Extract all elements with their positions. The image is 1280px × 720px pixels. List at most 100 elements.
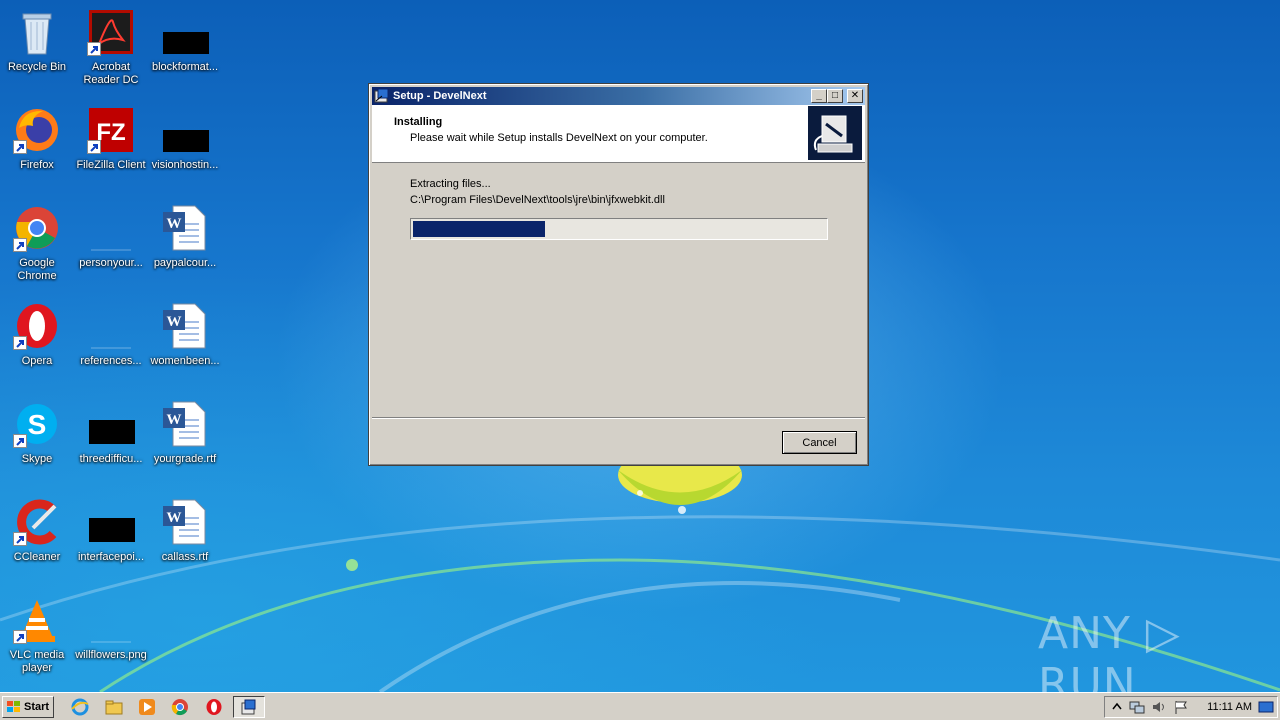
action-center-flag-icon[interactable] [1173, 700, 1189, 714]
setup-app-icon [374, 88, 389, 103]
word-document-icon: W [161, 204, 209, 252]
svg-text:W: W [167, 314, 182, 330]
start-label: Start [24, 701, 50, 713]
desktop-icon-interfacepoi[interactable]: interfacepoi... [74, 494, 148, 586]
vlc-icon [13, 596, 61, 644]
desktop-icon-label: Opera [21, 355, 53, 367]
desktop-icon-label: FileZilla Client [76, 159, 146, 171]
desktop-icon-threedifficu[interactable]: threedifficu... [74, 396, 148, 488]
file-explorer-icon[interactable] [105, 698, 123, 716]
shortcut-arrow-icon [13, 434, 27, 448]
svg-text:S: S [28, 409, 47, 440]
shortcut-arrow-icon [13, 238, 27, 252]
taskbar-setup-button[interactable] [233, 696, 265, 718]
desktop-icon-visionhostin[interactable]: visionhostin... [148, 102, 222, 194]
cancel-button[interactable]: Cancel [782, 431, 857, 454]
shortcut-arrow-icon [13, 532, 27, 546]
close-button[interactable]: ✕ [847, 89, 863, 103]
redacted-thumbnail [161, 8, 209, 56]
desktop-icon-label: womenbeen... [150, 355, 220, 367]
desktop-icon-label: yourgrade.rtf [153, 453, 217, 465]
firefox-icon [13, 106, 61, 154]
progress-fill [413, 221, 545, 237]
acrobat-reader-icon [87, 8, 135, 56]
desktop-icon-label: Recycle Bin [7, 61, 67, 73]
internet-explorer-icon[interactable] [71, 698, 89, 716]
page-heading: Installing [394, 116, 443, 128]
filezilla-icon: FZ [87, 106, 135, 154]
current-file-path: C:\Program Files\DevelNext\tools\jre\bin… [410, 194, 665, 206]
desktop-icon-willflowers[interactable]: willflowers.png [74, 592, 148, 684]
file-thumbnail-icon [87, 302, 135, 350]
word-document-icon: W [161, 400, 209, 448]
desktop-icon-ccleaner[interactable]: CCleaner [0, 494, 74, 586]
taskbar: Start 11:11 AM [0, 692, 1280, 720]
desktop-icon-acrobat-reader[interactable]: Acrobat Reader DC [74, 4, 148, 96]
opera-icon [13, 302, 61, 350]
clock[interactable]: 11:11 AM [1207, 701, 1252, 713]
start-button[interactable]: Start [2, 696, 54, 718]
installer-logo-icon [808, 106, 862, 160]
show-desktop-icon[interactable] [1258, 700, 1274, 714]
system-tray: 11:11 AM [1104, 696, 1278, 718]
file-thumbnail-icon [87, 204, 135, 252]
desktop-icon-label: VLC media player [9, 649, 65, 674]
network-icon[interactable] [1129, 700, 1145, 714]
shortcut-arrow-icon [13, 140, 27, 154]
desktop-icon-label: Acrobat Reader DC [83, 61, 139, 86]
desktop-icon-label: blockformat... [151, 61, 219, 73]
chrome-icon [13, 204, 61, 252]
opera-taskbar-icon[interactable] [205, 698, 223, 716]
desktop-icon-label: visionhostin... [151, 159, 219, 171]
word-document-icon: W [161, 302, 209, 350]
desktop-icon-callass[interactable]: W callass.rtf [148, 494, 222, 586]
desktop-icon-label: threedifficu... [79, 453, 143, 465]
recycle-bin-icon [13, 8, 61, 56]
redacted-thumbnail [161, 106, 209, 154]
desktop-icon-references[interactable]: references... [74, 298, 148, 390]
skype-icon: S [13, 400, 61, 448]
anyrun-watermark: ANY ▷ RUN [1038, 608, 1181, 692]
redacted-thumbnail [87, 400, 135, 448]
svg-text:W: W [167, 510, 182, 526]
desktop-icon-label: personyour... [79, 257, 143, 269]
desktop-icon-vlc[interactable]: VLC media player [0, 592, 74, 684]
desktop-icon-label: Skype [21, 453, 53, 465]
desktop-icon-recycle-bin[interactable]: Recycle Bin [0, 4, 74, 96]
divider [372, 417, 865, 419]
maximize-button[interactable]: □ [827, 89, 843, 103]
desktop-icon-filezilla[interactable]: FZ FileZilla Client [74, 102, 148, 194]
desktop-icon-label: CCleaner [13, 551, 61, 563]
desktop-icon-firefox[interactable]: Firefox [0, 102, 74, 194]
desktop-icon-personyour[interactable]: personyour... [74, 200, 148, 292]
page-subheading: Please wait while Setup installs DevelNe… [410, 132, 708, 144]
desktop-icon-label: Firefox [20, 159, 54, 171]
minimize-button[interactable]: _ [811, 89, 827, 103]
shortcut-arrow-icon [13, 336, 27, 350]
desktop-icon-label: paypalcour... [153, 257, 217, 269]
setup-app-icon [241, 699, 256, 715]
desktop-icon-opera[interactable]: Opera [0, 298, 74, 390]
dialog-titlebar[interactable]: Setup - DevelNext _ □ ✕ [372, 87, 865, 105]
desktop-icon-skype[interactable]: S Skype [0, 396, 74, 488]
install-progress-bar [410, 218, 828, 240]
desktop-icon-label: interfacepoi... [77, 551, 145, 563]
dialog-header: Installing Please wait while Setup insta… [372, 105, 865, 163]
desktop-icon-womenbeen[interactable]: W womenbeen... [148, 298, 222, 390]
desktop-icon-paypalcour[interactable]: W paypalcour... [148, 200, 222, 292]
redacted-thumbnail [87, 498, 135, 546]
desktop-icon-label: callass.rtf [161, 551, 209, 563]
desktop-icon-yourgrade[interactable]: W yourgrade.rtf [148, 396, 222, 488]
svg-text:W: W [167, 412, 182, 428]
word-document-icon: W [161, 498, 209, 546]
show-hidden-icons-chevron-icon[interactable] [1109, 700, 1125, 714]
media-player-icon[interactable] [138, 698, 156, 716]
setup-dialog: Setup - DevelNext _ □ ✕ Installing Pleas… [368, 83, 869, 466]
desktop-icon-google-chrome[interactable]: Google Chrome [0, 200, 74, 292]
chrome-taskbar-icon[interactable] [171, 698, 189, 716]
desktop-icon-blockformat[interactable]: blockformat... [148, 4, 222, 96]
shortcut-arrow-icon [13, 630, 27, 644]
volume-icon[interactable] [1151, 700, 1167, 714]
status-text: Extracting files... [410, 178, 491, 190]
desktop-icon-label: Google Chrome [17, 257, 57, 282]
